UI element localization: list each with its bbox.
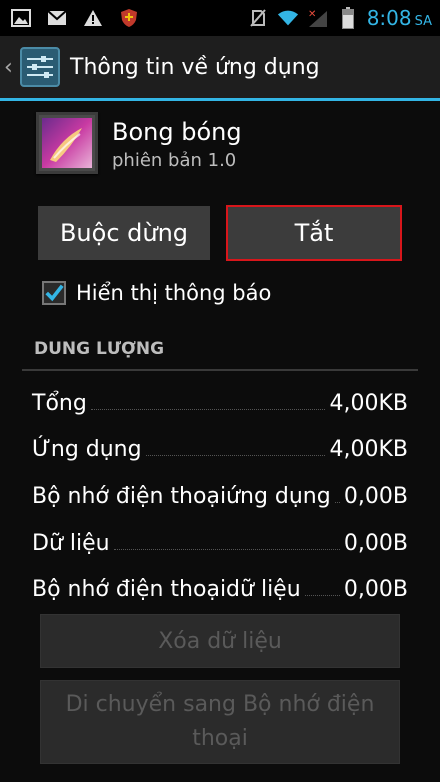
action-bar: ‹ Thông tin về ứng dụng	[0, 36, 440, 98]
force-stop-button[interactable]: Buộc dừng	[38, 206, 210, 260]
dotted-leader	[113, 549, 340, 550]
storage-value: 4,00KB	[329, 391, 408, 416]
battery-icon	[337, 7, 359, 29]
gmail-icon	[46, 8, 68, 28]
no-sim-icon	[247, 8, 269, 28]
show-notifications-checkbox[interactable]	[42, 281, 66, 305]
wifi-icon	[277, 8, 299, 28]
storage-label: Ứng dụng	[32, 437, 142, 462]
storage-label: Bộ nhớ điện thoạiứng dụng	[32, 484, 331, 509]
image-icon	[10, 8, 32, 28]
clock-time: 8:08	[366, 6, 412, 30]
storage-value: 4,00KB	[329, 437, 408, 462]
disable-button[interactable]: Tắt	[226, 205, 402, 261]
clock: 8:08 SA	[367, 6, 432, 30]
checkmark-icon	[45, 284, 64, 302]
status-bar: ✕ 8:08 SA	[0, 0, 440, 36]
show-notifications-label: Hiển thị thông báo	[76, 281, 272, 305]
storage-row-app: Ứng dụng 4,00KB	[32, 428, 408, 462]
dotted-leader	[90, 409, 326, 410]
warning-icon	[82, 8, 104, 28]
storage-value: 0,00B	[343, 531, 408, 556]
up-chevron-icon[interactable]: ‹	[4, 55, 14, 80]
svg-text:✕: ✕	[308, 9, 316, 20]
shield-icon	[118, 8, 140, 28]
app-gallery-icon	[36, 112, 98, 174]
app-name: Bong bóng	[112, 117, 242, 146]
storage-section-header: DUNG LƯỢNG	[34, 339, 165, 359]
storage-value: 0,00B	[343, 577, 408, 602]
move-to-phone-storage-button[interactable]: Di chuyển sang Bộ nhớ điện thoại	[40, 680, 400, 764]
settings-icon[interactable]	[18, 45, 62, 89]
show-notifications-row[interactable]: Hiển thị thông báo	[42, 281, 271, 305]
storage-value: 0,00B	[343, 484, 408, 509]
storage-row-data-phone-storage: Bộ nhớ điện thoạidữ liệu 0,00B	[32, 568, 408, 602]
clock-ampm: SA	[414, 14, 432, 29]
storage-row-app-phone-storage: Bộ nhớ điện thoạiứng dụng 0,00B	[32, 475, 408, 509]
no-signal-icon: ✕	[307, 8, 329, 28]
clear-data-button[interactable]: Xóa dữ liệu	[40, 614, 400, 668]
storage-label: Dữ liệu	[32, 531, 110, 556]
dotted-leader	[145, 455, 326, 456]
storage-label: Tổng	[32, 391, 87, 416]
page-title: Thông tin về ứng dụng	[70, 54, 320, 80]
app-info: Bong bóng phiên bản 1.0	[112, 116, 242, 171]
dotted-leader	[334, 502, 340, 503]
storage-label: Bộ nhớ điện thoạidữ liệu	[32, 577, 301, 602]
dotted-leader	[304, 595, 340, 596]
action-bar-underline	[0, 98, 440, 101]
section-divider	[22, 369, 418, 371]
app-version: phiên bản 1.0	[112, 149, 237, 171]
app-header: Bong bóng phiên bản 1.0	[36, 112, 242, 174]
storage-row-data: Dữ liệu 0,00B	[32, 522, 408, 556]
storage-row-total: Tổng 4,00KB	[32, 382, 408, 416]
